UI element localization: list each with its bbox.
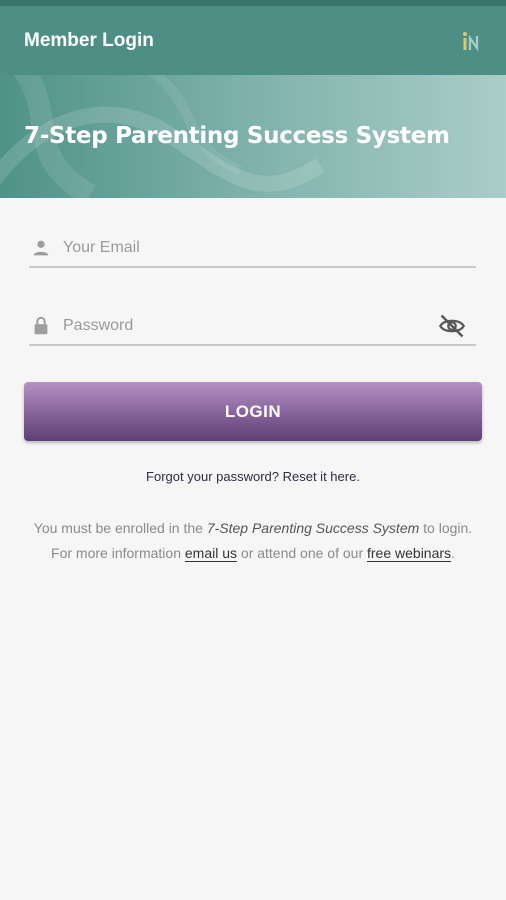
hero-banner: 7-Step Parenting Success System <box>0 75 506 198</box>
forgot-password-link[interactable]: Forgot your password? Reset it here. <box>0 469 506 484</box>
program-name: 7-Step Parenting Success System <box>206 520 420 536</box>
login-form: LOGIN Forgot your password? Reset it her… <box>0 198 506 800</box>
info-text: . <box>451 545 455 561</box>
banner-title: 7-Step Parenting Success System <box>24 123 450 149</box>
info-text: For more information <box>51 545 185 561</box>
person-icon <box>33 240 49 256</box>
email-input[interactable] <box>63 233 476 263</box>
login-button[interactable]: LOGIN <box>24 382 482 441</box>
app-bar-title: Member Login <box>24 29 154 51</box>
info-line-2: For more information email us or attend … <box>0 541 506 566</box>
lock-icon <box>34 316 48 335</box>
app-bar: Member Login <box>0 6 506 75</box>
enrollment-info: You must be enrolled in the 7-Step Paren… <box>0 516 506 566</box>
email-field <box>29 230 476 268</box>
eye-off-icon[interactable] <box>438 312 466 340</box>
info-line-1: You must be enrolled in the 7-Step Paren… <box>0 516 506 541</box>
email-us-link[interactable]: email us <box>185 545 237 561</box>
brand-logo-icon <box>463 31 479 51</box>
info-text: to login. <box>419 520 473 536</box>
info-text: or attend one of our <box>237 545 367 561</box>
password-input[interactable] <box>63 311 438 341</box>
info-text: You must be enrolled in the <box>33 520 207 536</box>
password-field <box>29 308 476 346</box>
free-webinars-link[interactable]: free webinars <box>367 545 451 561</box>
